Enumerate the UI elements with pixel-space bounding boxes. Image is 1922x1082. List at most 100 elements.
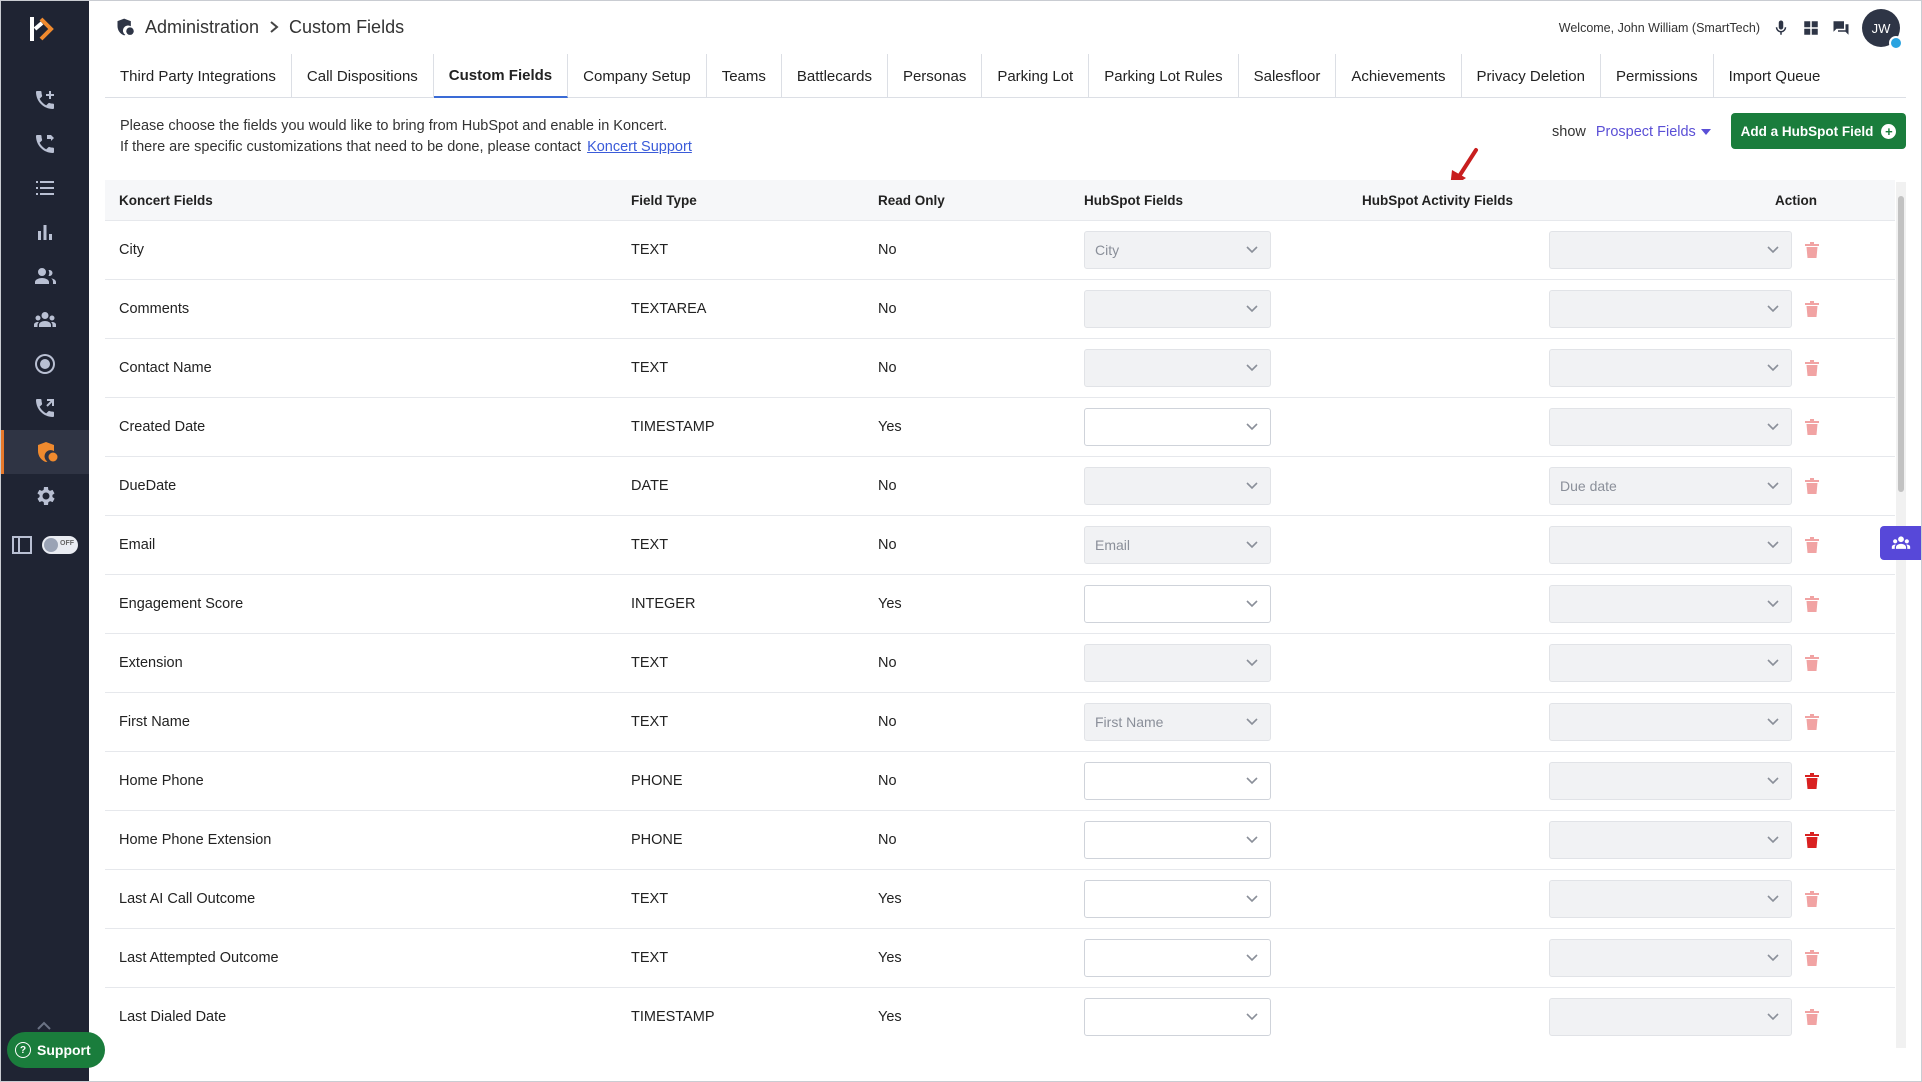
- chevron-up-icon[interactable]: [36, 1020, 52, 1030]
- sidebar-view-toggle[interactable]: OFF: [12, 536, 78, 554]
- tab-battlecards[interactable]: Battlecards: [782, 54, 888, 98]
- nav-transfer-icon[interactable]: [0, 122, 89, 166]
- hubspot-activity-field-select: Due date: [1549, 467, 1792, 505]
- breadcrumb-root[interactable]: Administration: [145, 17, 259, 38]
- table-row: Created Date TIMESTAMP Yes: [105, 397, 1895, 456]
- status-dot: [1889, 36, 1903, 50]
- hubspot-field-select[interactable]: [1084, 939, 1271, 977]
- add-hubspot-field-button[interactable]: Add a HubSpot Field +: [1731, 113, 1906, 149]
- koncert-support-link[interactable]: Koncert Support: [587, 139, 692, 155]
- support-button[interactable]: ? Support: [7, 1032, 105, 1068]
- nav-phone-forward-icon[interactable]: [0, 386, 89, 430]
- chat-icon[interactable]: [1832, 19, 1850, 37]
- chevron-right-icon: [270, 21, 279, 33]
- tab-permissions[interactable]: Permissions: [1601, 54, 1714, 98]
- hubspot-field-select[interactable]: [1084, 585, 1271, 623]
- chevron-down-icon: [1767, 836, 1779, 844]
- koncert-field-name: City: [119, 242, 144, 258]
- field-type: TEXT: [631, 950, 669, 966]
- nav-gear-icon[interactable]: [0, 474, 89, 518]
- trash-icon[interactable]: [1805, 773, 1819, 789]
- tab-achievements[interactable]: Achievements: [1336, 54, 1462, 98]
- avatar[interactable]: JW: [1862, 9, 1903, 50]
- trash-icon[interactable]: [1805, 242, 1819, 258]
- hubspot-activity-field-select: [1549, 290, 1792, 328]
- koncert-logo-icon[interactable]: [28, 14, 60, 44]
- chevron-down-icon: [1246, 423, 1258, 431]
- table-row: Engagement Score INTEGER Yes: [105, 574, 1895, 633]
- col-hubspot-fields: HubSpot Fields: [1084, 192, 1183, 208]
- tab-parking-lot[interactable]: Parking Lot: [982, 54, 1090, 98]
- microphone-icon[interactable]: [1772, 19, 1790, 37]
- sidebar: OFF ? Support: [0, 0, 105, 1082]
- read-only-value: Yes: [878, 419, 902, 435]
- hubspot-field-select[interactable]: [1084, 880, 1271, 918]
- trash-icon[interactable]: [1805, 891, 1819, 907]
- table-row: City TEXT No City: [105, 220, 1895, 279]
- prospect-fields-dropdown[interactable]: Prospect Fields: [1596, 124, 1711, 140]
- tab-third-party-integrations[interactable]: Third Party Integrations: [105, 54, 292, 98]
- table-row: Home Phone Extension PHONE No: [105, 810, 1895, 869]
- trash-icon[interactable]: [1805, 714, 1819, 730]
- tab-company-setup[interactable]: Company Setup: [568, 54, 707, 98]
- trash-icon[interactable]: [1805, 950, 1819, 966]
- chevron-down-icon: [1767, 895, 1779, 903]
- field-type: TEXTAREA: [631, 301, 707, 317]
- trash-icon[interactable]: [1805, 360, 1819, 376]
- table-row: Home Phone PHONE No: [105, 751, 1895, 810]
- koncert-field-name: Contact Name: [119, 360, 212, 376]
- trash-icon[interactable]: [1805, 301, 1819, 317]
- table-row: Extension TEXT No: [105, 633, 1895, 692]
- nav-target-icon[interactable]: [0, 342, 89, 386]
- chevron-down-icon: [1767, 777, 1779, 785]
- table-row: Last Attempted Outcome TEXT Yes: [105, 928, 1895, 987]
- hubspot-field-select[interactable]: [1084, 762, 1271, 800]
- tab-import-queue[interactable]: Import Queue: [1714, 54, 1836, 98]
- tab-call-dispositions[interactable]: Call Dispositions: [292, 54, 434, 98]
- read-only-value: No: [878, 537, 897, 553]
- sidebar-toggle-switch[interactable]: OFF: [42, 536, 78, 554]
- chevron-down-icon: [1246, 777, 1258, 785]
- tab-parking-lot-rules[interactable]: Parking Lot Rules: [1089, 54, 1239, 98]
- hubspot-activity-field-select: [1549, 821, 1792, 859]
- tab-privacy-deletion[interactable]: Privacy Deletion: [1462, 54, 1601, 98]
- floating-team-button[interactable]: [1880, 526, 1922, 560]
- nav-bar-chart-icon[interactable]: [0, 210, 89, 254]
- apps-grid-icon[interactable]: [1802, 19, 1820, 37]
- tab-salesfloor[interactable]: Salesfloor: [1239, 54, 1337, 98]
- hubspot-field-select[interactable]: [1084, 408, 1271, 446]
- tab-teams[interactable]: Teams: [707, 54, 782, 98]
- trash-icon[interactable]: [1805, 832, 1819, 848]
- trash-icon[interactable]: [1805, 478, 1819, 494]
- chevron-down-icon: [1767, 659, 1779, 667]
- trash-icon[interactable]: [1805, 596, 1819, 612]
- tab-custom-fields[interactable]: Custom Fields: [433, 54, 569, 98]
- table-scrollbar[interactable]: [1896, 182, 1906, 1048]
- tab-personas[interactable]: Personas: [888, 54, 983, 98]
- nav-team-icon[interactable]: [0, 298, 89, 342]
- hubspot-field-select[interactable]: [1084, 821, 1271, 859]
- table-body: City TEXT No City Comments TEXTAREA No Contact …: [105, 220, 1895, 1046]
- scrollbar-thumb[interactable]: [1898, 196, 1904, 492]
- table-row: First Name TEXT No First Name: [105, 692, 1895, 751]
- trash-icon[interactable]: [1805, 1009, 1819, 1025]
- hubspot-activity-field-select: [1549, 998, 1792, 1036]
- nav-users-icon[interactable]: [0, 254, 89, 298]
- nav-list-icon[interactable]: [0, 166, 89, 210]
- hubspot-field-select[interactable]: [1084, 998, 1271, 1036]
- hubspot-field-select: City: [1084, 231, 1271, 269]
- nav-admin-shield-icon[interactable]: [0, 430, 89, 474]
- chevron-down-icon: [1767, 541, 1779, 549]
- trash-icon[interactable]: [1805, 655, 1819, 671]
- read-only-value: Yes: [878, 1009, 902, 1025]
- trash-icon[interactable]: [1805, 419, 1819, 435]
- field-type: TIMESTAMP: [631, 419, 715, 435]
- trash-icon[interactable]: [1805, 537, 1819, 553]
- koncert-field-name: Home Phone: [119, 773, 204, 789]
- hubspot-activity-field-select: [1549, 526, 1792, 564]
- col-read-only: Read Only: [878, 192, 945, 208]
- nav-dialer-icon[interactable]: [0, 78, 89, 122]
- chevron-down-icon: [1767, 718, 1779, 726]
- read-only-value: Yes: [878, 891, 902, 907]
- koncert-field-name: Last AI Call Outcome: [119, 891, 256, 907]
